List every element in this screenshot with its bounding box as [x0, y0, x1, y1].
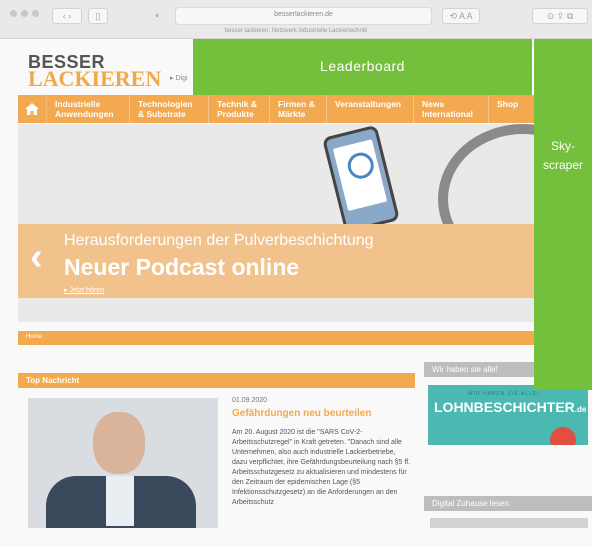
- top-news-header: Top Nachricht: [18, 373, 415, 388]
- privacy-icon[interactable]: ◐: [150, 8, 166, 22]
- skyscraper-ad-slot[interactable]: Sky- scraper: [534, 39, 592, 390]
- sidebar-icon[interactable]: ▯: [88, 8, 108, 24]
- article-date: 01.09.2020: [232, 397, 268, 404]
- back-forward-buttons[interactable]: ‹ ›: [52, 8, 82, 24]
- nav-item-technologien-substrate[interactable]: Technologien & Substrate: [130, 95, 209, 123]
- article-body: Am 20. August 2020 ist die "SARS CoV-2-A…: [232, 429, 411, 506]
- skyscraper-label: Sky- scraper: [542, 139, 583, 172]
- sidebar-heading-2: Digital Zuhause lesen: [432, 499, 509, 508]
- minimize-window-button[interactable]: [21, 10, 28, 17]
- ad-badge-icon: [550, 427, 576, 445]
- ad-small-text: WIR HABEN SIE ALLE!: [468, 391, 540, 397]
- slider-prev-arrow-icon[interactable]: ‹: [30, 236, 43, 279]
- main-navigation: Industrielle Anwendungen Technologien & …: [18, 95, 552, 123]
- nav-item-technik-produkte[interactable]: Technik & Produkte: [209, 95, 270, 123]
- breadcrumb: Home: [18, 331, 552, 345]
- nav-item-news-international[interactable]: News International: [414, 95, 489, 123]
- hero-slider[interactable]: ‹ Herausforderungen der Pulverbeschichtu…: [18, 124, 552, 322]
- toolbar-action-icons[interactable]: ⊙ ⇪ ⧉: [532, 8, 588, 24]
- article-title[interactable]: Gefährdungen neu beurteilen: [232, 408, 371, 419]
- ad-headline: LOHNBESCHICHTER.de: [434, 399, 587, 415]
- browser-toolbar: ‹ › ▯ ◐ besserlackieren.de ⟲ A A ⊙ ⇪ ⧉ b…: [0, 0, 592, 39]
- hero-listen-link[interactable]: ▸ Jetzt hören: [64, 286, 104, 294]
- sidebar-heading: Wir haben sie alle!: [432, 365, 498, 374]
- breadcrumb-home[interactable]: Home: [26, 334, 42, 340]
- close-window-button[interactable]: [10, 10, 17, 17]
- reader-and-font-buttons[interactable]: ⟲ A A: [442, 8, 480, 24]
- podcast-phone-image: [321, 124, 401, 234]
- magazine-thumbnails[interactable]: [430, 518, 588, 528]
- address-bar[interactable]: besserlackieren.de: [175, 7, 432, 25]
- nav-item-veranstaltungen[interactable]: Veranstaltungen: [327, 95, 414, 123]
- home-icon[interactable]: [18, 95, 47, 123]
- podcast-icon: [345, 149, 377, 182]
- lohnbeschichter-ad[interactable]: WIR HABEN SIE ALLE! LOHNBESCHICHTER.de: [428, 385, 588, 445]
- leaderboard-label: Leaderboard: [320, 58, 405, 74]
- top-news-heading: Top Nachricht: [26, 376, 80, 385]
- leaderboard-ad-slot[interactable]: Leaderboard: [193, 39, 532, 95]
- site-tagline: ▸ Digi: [170, 75, 188, 82]
- tab-title[interactable]: besser lackieren: Netzwerk industrielle …: [0, 28, 592, 34]
- window-controls: [10, 10, 39, 17]
- article-portrait-image[interactable]: [28, 398, 218, 528]
- nav-item-firmen-maerkte[interactable]: Firmen & Märkte: [270, 95, 327, 123]
- nav-item-industrielle-anwendungen[interactable]: Industrielle Anwendungen: [47, 95, 130, 123]
- hero-kicker: Herausforderungen der Pulverbeschichtung: [64, 232, 374, 249]
- site-logo-line2[interactable]: LACKIEREN: [28, 66, 161, 92]
- hero-title[interactable]: Neuer Podcast online: [64, 254, 299, 281]
- sidebar-header-2: Digital Zuhause lesen: [424, 496, 592, 511]
- url-text: besserlackieren.de: [274, 11, 333, 18]
- nav-item-shop[interactable]: Shop: [489, 95, 529, 123]
- zoom-window-button[interactable]: [32, 10, 39, 17]
